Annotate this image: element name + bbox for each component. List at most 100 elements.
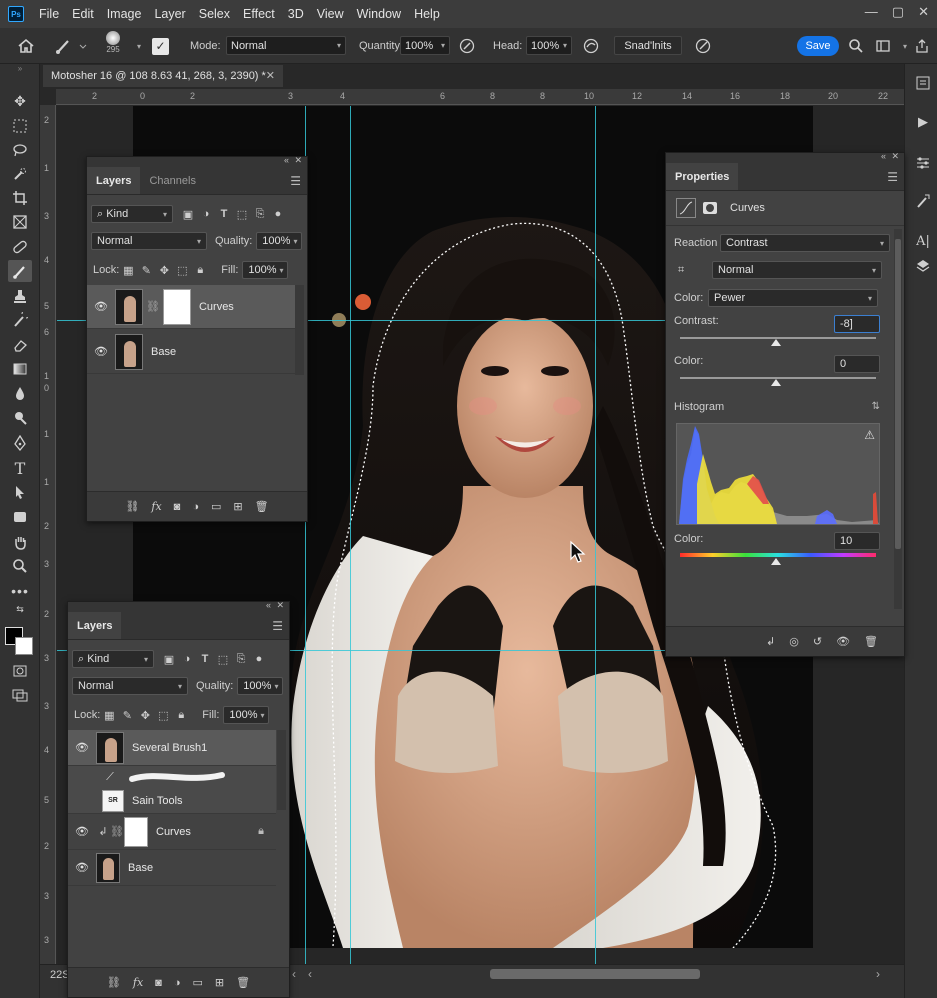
layer-row[interactable]: 👁︎ Base (87, 330, 295, 374)
filter-adjustment-icon[interactable]: ◑ (197, 208, 215, 220)
smoothing-icon[interactable] (582, 36, 600, 56)
lock-transparent-icon[interactable]: ▦ (119, 264, 137, 277)
head-input[interactable]: 100% ▾ (526, 36, 572, 55)
properties-scrollbar-thumb[interactable] (895, 239, 901, 549)
move-tool-icon[interactable]: ✥ (8, 90, 32, 112)
new-adjustment-layer-icon[interactable]: ◑ (192, 501, 199, 513)
visibility-eye-icon[interactable]: 👁︎ (68, 861, 96, 874)
clip-to-layer-icon[interactable]: ↲ (766, 635, 775, 648)
lock-pixels-icon[interactable]: ✎ (137, 264, 155, 277)
scroll-left-icon[interactable]: ‹ (292, 967, 296, 981)
horizontal-scrollbar-thumb[interactable] (490, 969, 700, 979)
visibility-eye-icon[interactable]: 👁︎ (68, 741, 96, 754)
link-layers-icon[interactable]: ⛓︎ (125, 500, 139, 513)
warning-triangle-icon[interactable]: ⚠ (864, 428, 875, 442)
brush-tool-icon[interactable] (8, 260, 32, 282)
menu-layer[interactable]: Layer (149, 7, 193, 21)
layer-name[interactable]: Curves (199, 301, 234, 313)
layer-row[interactable]: 👁︎ ↲ ⛓︎ Curves 🔒︎ (68, 814, 276, 850)
color-select[interactable]: Pewer ▾ (708, 289, 878, 307)
toolbar-grip-icon[interactable]: » (8, 64, 32, 73)
menu-edit[interactable]: Edit (67, 7, 102, 21)
tab-properties[interactable]: Properties (666, 163, 739, 190)
brush-tool-preset-icon[interactable] (54, 36, 88, 56)
horizontal-ruler[interactable]: 2 0 2 3 4 6 8 8 10 12 14 16 18 20 22 (56, 89, 904, 105)
collapse-panel-icon[interactable]: « (266, 600, 271, 610)
filter-type-icon[interactable]: T (215, 208, 233, 220)
lock-all-icon[interactable]: 🔒︎ (172, 709, 190, 722)
close-panel-icon[interactable]: ✕ (276, 600, 284, 611)
mask-icon[interactable] (700, 198, 720, 218)
adjustments-sliders-icon[interactable] (912, 152, 934, 174)
vertical-guide[interactable] (350, 106, 351, 964)
layer-style-fx-icon[interactable]: fx (151, 500, 161, 513)
save-button[interactable]: Save (797, 36, 839, 56)
workspace-caret-icon[interactable]: ▾ (900, 36, 907, 56)
workspace-icon[interactable] (875, 36, 891, 56)
quick-selection-tool-icon[interactable] (8, 163, 32, 185)
layer-name[interactable]: Curves (156, 826, 191, 838)
lasso-tool-icon[interactable] (8, 139, 32, 161)
path-selection-tool-icon[interactable] (8, 481, 32, 503)
color-amount-input[interactable]: 0 (834, 355, 880, 373)
vertical-ruler[interactable]: 2 1 3 4 5 6 1 0 1 1 2 3 2 3 3 4 5 2 3 3 (40, 105, 56, 965)
color-slider-thumb[interactable] (771, 379, 782, 386)
pen-tool-icon[interactable] (8, 432, 32, 454)
lock-transparent-icon[interactable]: ▦ (100, 709, 118, 722)
blend-mode-select[interactable]: Normal ▾ (72, 677, 188, 695)
healing-brush-tool-icon[interactable] (8, 236, 32, 258)
reaction-preset-select[interactable]: Contrast ▾ (720, 234, 890, 252)
quantity-input[interactable]: 100% ▾ (400, 36, 450, 55)
history-brush-tool-icon[interactable] (8, 309, 32, 331)
menu-file[interactable]: File (34, 7, 67, 21)
quality-input[interactable]: 100% ▾ (237, 677, 284, 695)
swap-colors-icon[interactable]: ⇆ (8, 604, 32, 614)
zoom-tool-icon[interactable] (8, 555, 32, 577)
brush-size-picker[interactable]: 295 (106, 31, 120, 61)
tab-layers[interactable]: Layers (87, 167, 141, 194)
search-icon[interactable] (848, 36, 864, 56)
layer-mask-thumbnail[interactable] (124, 816, 148, 847)
document-tab[interactable]: Motosher 16 @ 108 8.63 41, 268, 3, 2390)… (43, 65, 283, 87)
background-color-swatch[interactable] (15, 637, 33, 655)
add-mask-icon[interactable]: ◙ (155, 977, 162, 989)
layers-scrollbar[interactable] (277, 730, 286, 810)
character-icon[interactable]: A| (912, 230, 934, 252)
frame-tool-icon[interactable] (8, 211, 32, 233)
delete-adjustment-trash-icon[interactable]: 🗑︎ (864, 635, 878, 648)
layer-row[interactable]: SR Sain Tools (68, 788, 276, 814)
filter-pixel-icon[interactable]: ▣ (179, 208, 197, 221)
histogram-display[interactable]: ⚠ (676, 423, 880, 525)
eraser-tool-icon[interactable] (8, 334, 32, 356)
visibility-eye-icon[interactable]: 👁︎ (836, 635, 850, 648)
contrast-slider-thumb[interactable] (771, 339, 782, 346)
menu-image[interactable]: Image (102, 7, 150, 21)
clone-stamp-tool-icon[interactable] (8, 285, 32, 307)
actions-play-icon[interactable]: ▶ (912, 111, 934, 133)
filter-toggle-icon[interactable]: ● (269, 208, 287, 220)
filter-type-icon[interactable]: T (196, 653, 214, 665)
marquee-tool-icon[interactable] (8, 115, 32, 137)
tab-layers[interactable]: Layers (68, 612, 122, 639)
layer-row[interactable]: 👁︎ ⛓︎ Curves (87, 285, 295, 329)
new-group-folder-icon[interactable]: ▭ (211, 500, 221, 513)
mode-select[interactable]: Normal ▾ (226, 36, 346, 55)
menu-view[interactable]: View (312, 7, 352, 21)
new-layer-icon[interactable]: ⊞ (233, 500, 242, 513)
pressure-icon[interactable] (694, 36, 712, 56)
home-icon[interactable] (16, 36, 36, 56)
panel-menu-icon[interactable]: ☰ (887, 170, 898, 184)
delete-layer-trash-icon[interactable]: 🗑︎ (255, 500, 269, 513)
layer-name[interactable]: Base (151, 346, 176, 358)
layer-name[interactable]: Base (128, 862, 153, 874)
minimize-button[interactable]: — (865, 4, 878, 20)
collapse-panel-icon[interactable]: « (284, 155, 289, 165)
new-adjustment-layer-icon[interactable]: ◑ (174, 977, 181, 989)
snad-lnits-button[interactable]: Snad'lnits (614, 36, 682, 55)
menu-3d[interactable]: 3D (283, 7, 312, 21)
new-group-folder-icon[interactable]: ▭ (192, 976, 202, 989)
lock-artboard-icon[interactable]: ⬚ (173, 264, 191, 277)
color-spectrum-bar[interactable] (680, 553, 876, 557)
filter-smart-object-icon[interactable]: ⎘ (251, 208, 269, 221)
layer-name[interactable]: Sain Tools (132, 795, 183, 807)
